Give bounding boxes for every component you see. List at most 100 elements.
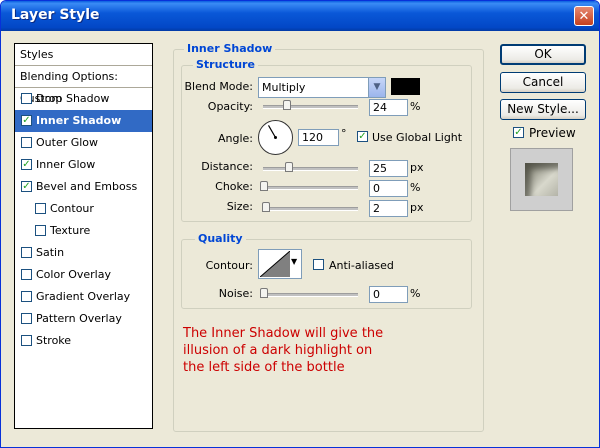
size-slider-thumb[interactable] <box>262 202 270 212</box>
contour-curve-icon <box>260 251 290 277</box>
opacity-slider-thumb[interactable] <box>283 100 291 110</box>
note-line: illusion of a dark highlight on <box>183 343 373 358</box>
style-item-stroke[interactable]: Stroke <box>15 330 152 352</box>
choke-slider-thumb[interactable] <box>260 181 268 191</box>
style-checkbox[interactable] <box>35 225 46 236</box>
style-checkbox[interactable] <box>21 137 32 148</box>
new-style-button[interactable]: New Style... <box>500 99 586 120</box>
angle-input[interactable]: 120 <box>298 129 339 146</box>
style-item-outer-glow[interactable]: Outer Glow <box>15 132 152 154</box>
title-bar[interactable]: Layer Style ✕ <box>1 1 599 31</box>
note-line: the left side of the bottle <box>183 360 345 375</box>
contour-picker[interactable]: ▼ <box>258 249 302 279</box>
size-unit: px <box>410 201 424 214</box>
chevron-down-icon: ▼ <box>368 78 385 97</box>
opacity-input[interactable]: 24 <box>369 99 408 116</box>
distance-slider-track[interactable] <box>263 167 358 171</box>
distance-unit: px <box>410 161 424 174</box>
angle-unit: ° <box>341 127 347 140</box>
note-line: The Inner Shadow will give the <box>183 326 384 341</box>
style-item-color-overlay[interactable]: Color Overlay <box>15 264 152 286</box>
style-checkbox[interactable]: ✓ <box>21 115 32 126</box>
blend-mode-select[interactable]: Multiply ▼ <box>258 77 386 98</box>
style-item-texture[interactable]: Texture <box>15 220 152 242</box>
size-input[interactable]: 2 <box>369 200 408 217</box>
style-item-label: Inner Shadow <box>36 114 122 127</box>
noise-unit: % <box>410 287 421 300</box>
blend-mode-label: Blend Mode: <box>184 80 254 93</box>
distance-input[interactable]: 25 <box>369 160 408 177</box>
choke-unit: % <box>410 181 421 194</box>
global-light-checkbox[interactable]: ✓ <box>357 131 368 142</box>
style-checkbox[interactable]: ✓ <box>21 159 32 170</box>
distance-label: Distance: <box>201 160 253 173</box>
size-label: Size: <box>226 200 253 213</box>
cancel-button[interactable]: Cancel <box>500 72 586 93</box>
angle-label: Angle: <box>217 132 253 145</box>
style-item-label: Gradient Overlay <box>36 290 131 303</box>
style-checkbox[interactable]: ✓ <box>21 181 32 192</box>
style-checkbox[interactable] <box>21 335 32 346</box>
opacity-slider-track[interactable] <box>263 105 358 109</box>
choke-input[interactable]: 0 <box>369 180 408 197</box>
choke-label: Choke: <box>215 180 253 193</box>
preview-checkbox[interactable]: ✓ <box>513 127 524 138</box>
layer-style-dialog: Layer Style ✕ Styles Blending Options: C… <box>0 0 600 448</box>
style-checkbox[interactable] <box>21 313 32 324</box>
opacity-unit: % <box>410 100 421 113</box>
style-item-label: Contour <box>50 202 94 215</box>
style-item-satin[interactable]: Satin <box>15 242 152 264</box>
styles-list: Styles Blending Options: Custom Drop Sha… <box>14 43 153 429</box>
close-icon: ✕ <box>578 9 590 24</box>
opacity-label: Opacity: <box>207 100 253 113</box>
anti-aliased-label: Anti-aliased <box>329 259 394 272</box>
style-item-label: Texture <box>50 224 91 237</box>
style-preview-thumbnail <box>510 148 573 211</box>
distance-slider-thumb[interactable] <box>285 162 293 172</box>
style-item-bevel-and-emboss[interactable]: ✓ Bevel and Emboss <box>15 176 152 198</box>
style-item-label: Inner Glow <box>36 158 96 171</box>
quality-title: Quality <box>195 232 246 245</box>
noise-slider-track[interactable] <box>263 293 358 297</box>
global-light-label: Use Global Light <box>372 131 463 144</box>
anti-aliased-checkbox[interactable] <box>313 259 324 270</box>
style-item-label: Drop Shadow <box>36 92 110 105</box>
preview-label: Preview <box>529 126 576 140</box>
style-item-label: Satin <box>36 246 65 259</box>
style-item-drop-shadow[interactable]: Drop Shadow <box>15 88 152 110</box>
close-button[interactable]: ✕ <box>574 6 594 26</box>
angle-dial[interactable] <box>257 119 294 156</box>
style-item-label: Color Overlay <box>36 268 111 281</box>
style-checkbox[interactable] <box>35 203 46 214</box>
noise-slider-thumb[interactable] <box>260 288 268 298</box>
inner-shadow-title: Inner Shadow <box>184 42 276 55</box>
style-item-inner-glow[interactable]: ✓ Inner Glow <box>15 154 152 176</box>
style-item-pattern-overlay[interactable]: Pattern Overlay <box>15 308 152 330</box>
style-checkbox[interactable] <box>21 247 32 258</box>
noise-input[interactable]: 0 <box>369 286 408 303</box>
contour-label: Contour: <box>205 259 253 272</box>
noise-label: Noise: <box>218 287 253 300</box>
style-item-label: Bevel and Emboss <box>36 180 138 193</box>
style-checkbox[interactable] <box>21 93 32 104</box>
style-item-inner-shadow[interactable]: ✓ Inner Shadow <box>15 110 152 132</box>
style-item-contour[interactable]: Contour <box>15 198 152 220</box>
style-checkbox[interactable] <box>21 291 32 302</box>
blending-options-item[interactable]: Blending Options: Custom <box>15 66 152 105</box>
styles-header[interactable]: Styles <box>15 44 152 66</box>
shadow-color-swatch[interactable] <box>391 78 420 95</box>
style-item-gradient-overlay[interactable]: Gradient Overlay <box>15 286 152 308</box>
annotation-note: The Inner Shadow will give the illusion … <box>183 325 383 376</box>
style-item-label: Stroke <box>36 334 72 347</box>
blend-mode-value: Multiply <box>262 81 306 94</box>
style-item-label: Pattern Overlay <box>36 312 122 325</box>
preview-swatch <box>525 163 558 196</box>
style-item-label: Outer Glow <box>36 136 99 149</box>
style-checkbox[interactable] <box>21 269 32 280</box>
structure-title: Structure <box>193 58 258 71</box>
contour-dropdown-icon: ▼ <box>291 257 298 266</box>
size-slider-track[interactable] <box>263 207 358 211</box>
window-title: Layer Style <box>11 7 100 23</box>
choke-slider-track[interactable] <box>263 186 358 190</box>
ok-button[interactable]: OK <box>500 44 586 65</box>
